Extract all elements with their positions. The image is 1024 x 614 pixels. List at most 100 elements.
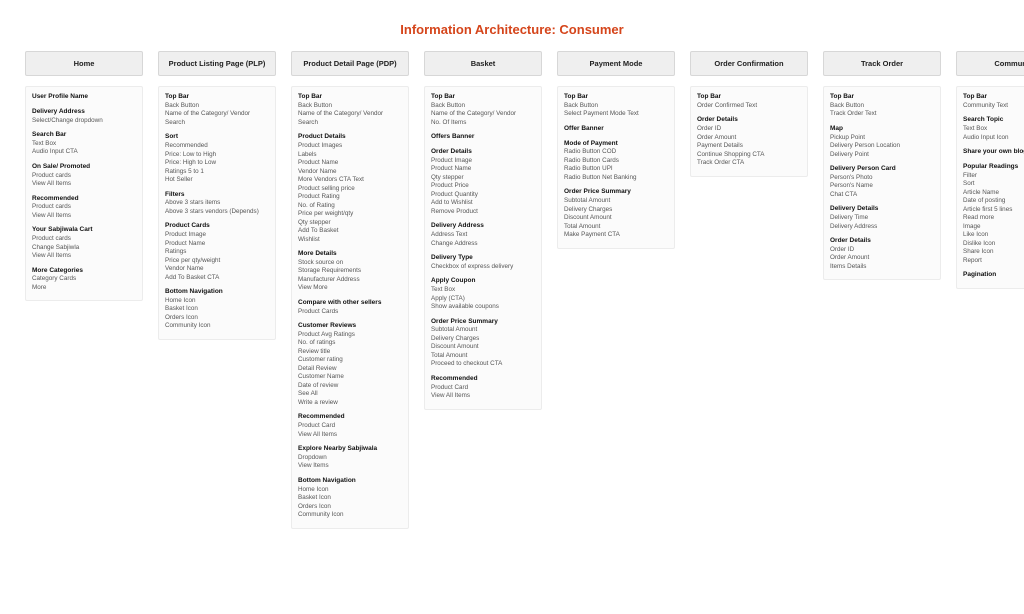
group-item: Text Box: [32, 140, 136, 149]
group-title: Recommended: [298, 413, 402, 422]
group-item: Price per weight/qty: [298, 210, 402, 219]
group-item: View All Items: [32, 212, 136, 221]
group-title: Sort: [165, 133, 269, 142]
group-item: Subtotal Amount: [431, 326, 535, 335]
ia-group: Search BarText BoxAudio Input CTA: [32, 131, 136, 157]
group-item: Home Icon: [298, 486, 402, 495]
group-item: Article first 5 lines: [963, 206, 1024, 215]
group-title: Delivery Type: [431, 254, 535, 263]
column-plp: Product Listing Page (PLP) Top BarBack Bu…: [158, 51, 276, 529]
group-item: No. Of Items: [431, 119, 535, 128]
column-body: User Profile NameDelivery AddressSelect/…: [25, 86, 143, 301]
group-items: Above 3 stars itemsAbove 3 stars vendors…: [165, 199, 269, 216]
group-item: Chat CTA: [830, 191, 934, 200]
group-items: Back ButtonTrack Order Text: [830, 102, 934, 119]
group-title: Popular Readings: [963, 163, 1024, 172]
group-items: Product ImagesLabelsProduct NameVendor N…: [298, 142, 402, 244]
group-title: Delivery Address: [431, 222, 535, 231]
group-items: Select/Change dropdown: [32, 117, 136, 126]
group-item: Basket Icon: [298, 494, 402, 503]
ia-group: Search TopicText BoxAudio Input Icon: [963, 116, 1024, 142]
group-item: Filter: [963, 172, 1024, 181]
group-title: Top Bar: [963, 93, 1024, 102]
group-title: Order Details: [431, 148, 535, 157]
column-confirmation: Order ConfirmationTop BarOrder Confirmed…: [690, 51, 808, 529]
columns-container: HomeUser Profile NameDelivery AddressSel…: [0, 51, 1024, 529]
group-items: Community Text: [963, 102, 1024, 111]
group-item: Track Order CTA: [697, 159, 801, 168]
ia-group: User Profile Name: [32, 93, 136, 102]
group-item: Product Name: [165, 240, 269, 249]
group-item: View All Items: [431, 392, 535, 401]
group-item: Dislike Icon: [963, 240, 1024, 249]
group-item: Track Order Text: [830, 110, 934, 119]
group-item: Name of the Category/ Vendor: [298, 110, 402, 119]
group-items: Radio Button CODRadio Button CardsRadio …: [564, 148, 668, 182]
ia-group: RecommendedProduct CardView All Items: [431, 375, 535, 401]
group-item: Back Button: [830, 102, 934, 111]
group-item: Stock source on: [298, 259, 402, 268]
group-item: Share Icon: [963, 248, 1024, 257]
group-item: View More: [298, 284, 402, 293]
group-item: Back Button: [165, 102, 269, 111]
group-title: Customer Reviews: [298, 322, 402, 331]
ia-group: Delivery AddressAddress TextChange Addre…: [431, 222, 535, 248]
group-item: No. of Rating: [298, 202, 402, 211]
group-title: Your Sabjiwala Cart: [32, 226, 136, 235]
ia-group: Share your own blog: [963, 148, 1024, 157]
group-item: Order Confirmed Text: [697, 102, 801, 111]
group-item: Subtotal Amount: [564, 197, 668, 206]
group-item: Product Images: [298, 142, 402, 151]
group-title: Top Bar: [165, 93, 269, 102]
ia-group: Bottom NavigationHome IconBasket IconOrd…: [165, 288, 269, 331]
group-title: Order Price Summary: [564, 188, 668, 197]
group-item: Radio Button UPI: [564, 165, 668, 174]
group-title: Explore Nearby Sabjiwala: [298, 445, 402, 454]
group-title: More Categories: [32, 267, 136, 276]
ia-group: Top BarBack ButtonName of the Category/ …: [165, 93, 269, 127]
group-title: Delivery Details: [830, 205, 934, 214]
group-items: Product Cards: [298, 308, 402, 317]
ia-group: Top BarCommunity Text: [963, 93, 1024, 110]
group-item: Total Amount: [431, 352, 535, 361]
group-item: View All Items: [32, 252, 136, 261]
ia-group: MapPickup PointDelivery Person LocationD…: [830, 125, 934, 159]
group-item: Apply (CTA): [431, 295, 535, 304]
group-title: Recommended: [32, 195, 136, 204]
group-item: Storage Requirements: [298, 267, 402, 276]
group-items: Product Avg RatingsNo. of ratingsReview …: [298, 331, 402, 408]
group-title: Order Details: [830, 237, 934, 246]
group-title: Bottom Navigation: [298, 477, 402, 486]
group-item: Community Text: [963, 102, 1024, 111]
group-item: More: [32, 284, 136, 293]
group-items: Text BoxAudio Input CTA: [32, 140, 136, 157]
group-items: Order Confirmed Text: [697, 102, 801, 111]
group-title: Offers Banner: [431, 133, 535, 142]
ia-group: Delivery Person CardPerson's PhotoPerson…: [830, 165, 934, 199]
ia-group: Top BarBack ButtonTrack Order Text: [830, 93, 934, 119]
group-item: Wishlist: [298, 236, 402, 245]
column-body: Top BarOrder Confirmed TextOrder Details…: [690, 86, 808, 177]
group-item: Image: [963, 223, 1024, 232]
ia-group: Popular ReadingsFilterSortArticle NameDa…: [963, 163, 1024, 265]
group-item: Add To Basket: [298, 227, 402, 236]
group-items: Back ButtonName of the Category/ VendorS…: [165, 102, 269, 128]
diagram-canvas: HomeUser Profile NameDelivery AddressSel…: [0, 51, 1024, 529]
group-items: Order IDOrder AmountItems Details: [830, 246, 934, 272]
ia-group: Order DetailsOrder IDOrder AmountPayment…: [697, 116, 801, 167]
group-item: Product Rating: [298, 193, 402, 202]
ia-group: Your Sabjiwala CartProduct cardsChange S…: [32, 226, 136, 260]
group-item: Order ID: [697, 125, 801, 134]
group-item: Customer rating: [298, 356, 402, 365]
group-item: Read more: [963, 214, 1024, 223]
group-item: Order Amount: [830, 254, 934, 263]
column-header: Product Listing Page (PLP): [158, 51, 276, 76]
group-item: View Items: [298, 462, 402, 471]
ia-group: Offer Banner: [564, 125, 668, 134]
group-item: Price: High to Low: [165, 159, 269, 168]
column-basket: BasketTop BarBack ButtonName of the Cate…: [424, 51, 542, 529]
group-item: Add To Basket CTA: [165, 274, 269, 283]
group-title: Product Cards: [165, 222, 269, 231]
group-item: Payment Details: [697, 142, 801, 151]
group-item: Review title: [298, 348, 402, 357]
